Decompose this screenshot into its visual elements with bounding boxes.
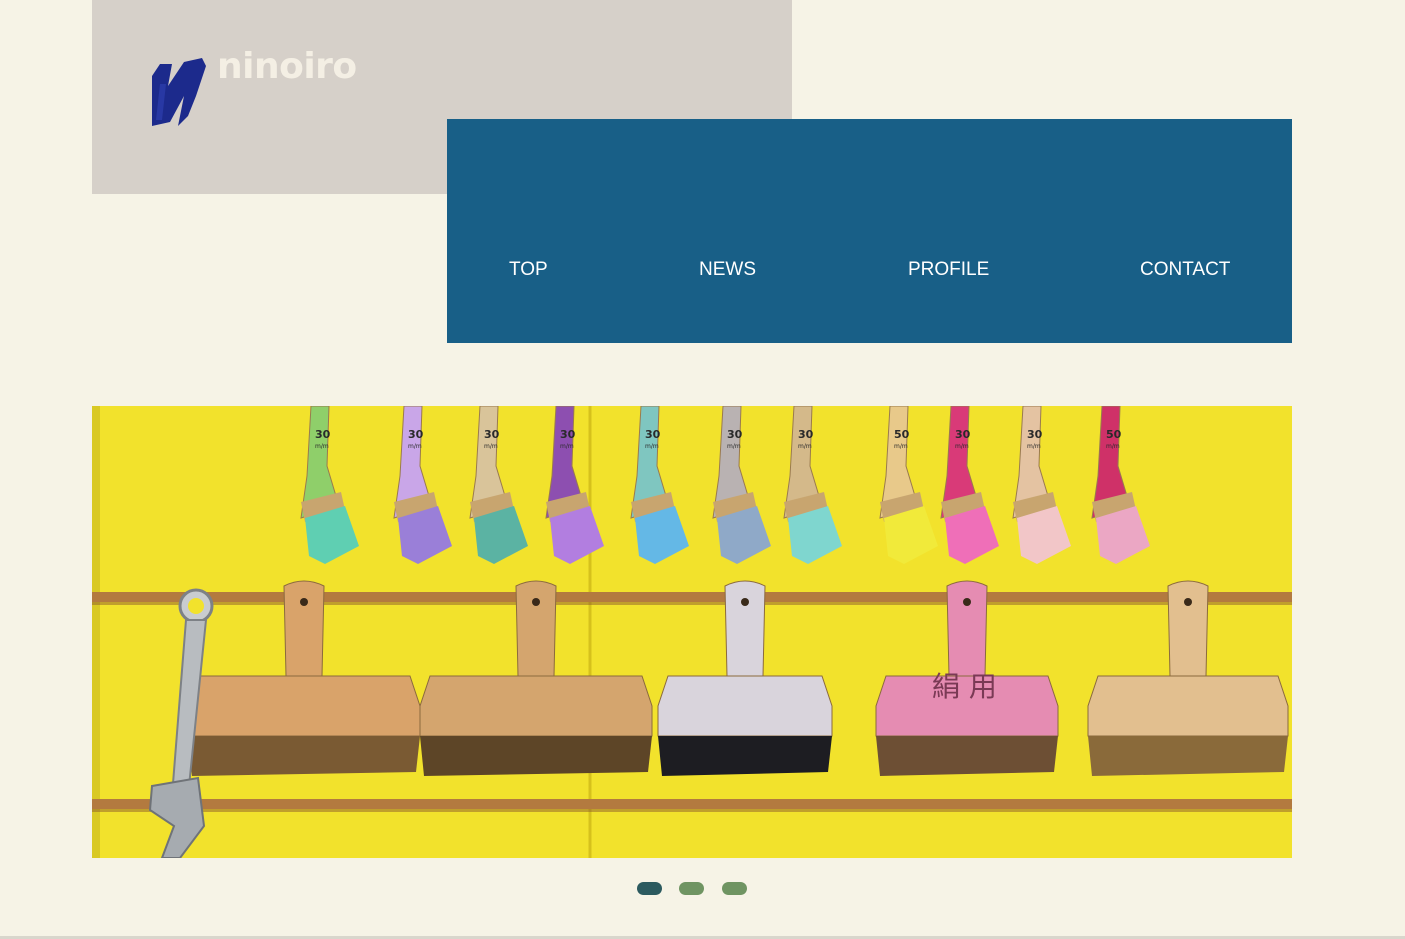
hero-slide-image: 30 m/m 30 m/m 30 m/m 30 m/m 30 m/m 30 m/m 30 m/m 50 m/m… <box>92 406 1292 858</box>
brush-unit-label: m/m <box>408 443 422 450</box>
main-nav: TOP NEWS PROFILE CONTACT <box>447 119 1292 343</box>
brush-unit-label: m/m <box>798 443 812 450</box>
brush-size-label: 30 <box>560 428 576 441</box>
brand-name: ninoiro <box>217 46 357 87</box>
slider-dot-2[interactable] <box>679 882 704 895</box>
brush-size-label: 30 <box>727 428 743 441</box>
brush-size-label: 30 <box>408 428 424 441</box>
board-text: 絹 用 <box>932 670 997 703</box>
brush-size-label: 30 <box>798 428 814 441</box>
slider-dots <box>0 882 1405 896</box>
brush-unit-label: m/m <box>955 443 969 450</box>
brush-size-label: 30 <box>955 428 971 441</box>
nav-item-news[interactable]: NEWS <box>699 259 756 281</box>
brush-unit-label: m/m <box>645 443 659 450</box>
brush-size-label: 30 <box>484 428 500 441</box>
nav-item-top[interactable]: TOP <box>509 259 548 281</box>
home-logo-link[interactable]: ninoiro <box>92 0 392 194</box>
brush-unit-label: m/m <box>1106 443 1120 450</box>
slider-dot-1[interactable] <box>637 882 662 895</box>
slider-dot-3[interactable] <box>722 882 747 895</box>
brush-size-label: 30 <box>1027 428 1043 441</box>
brush-unit-label: m/m <box>315 443 329 450</box>
brush-size-label: 50 <box>894 428 910 441</box>
brush-size-label: 30 <box>315 428 331 441</box>
n-mark-icon <box>152 58 206 126</box>
brush-unit-label: m/m <box>894 443 908 450</box>
brush-unit-label: m/m <box>560 443 574 450</box>
brush-unit-label: m/m <box>484 443 498 450</box>
brush-size-label: 50 <box>1106 428 1122 441</box>
brush-unit-label: m/m <box>727 443 741 450</box>
nav-item-profile[interactable]: PROFILE <box>908 259 989 281</box>
nav-item-contact[interactable]: CONTACT <box>1140 259 1230 281</box>
brush-size-label: 30 <box>645 428 661 441</box>
brush-unit-label: m/m <box>1027 443 1041 450</box>
paint-brushes-illustration: 30 m/m 30 m/m 30 m/m 30 m/m 30 m/m 30 m/m 30 m/m 50 m/m… <box>92 406 1292 858</box>
